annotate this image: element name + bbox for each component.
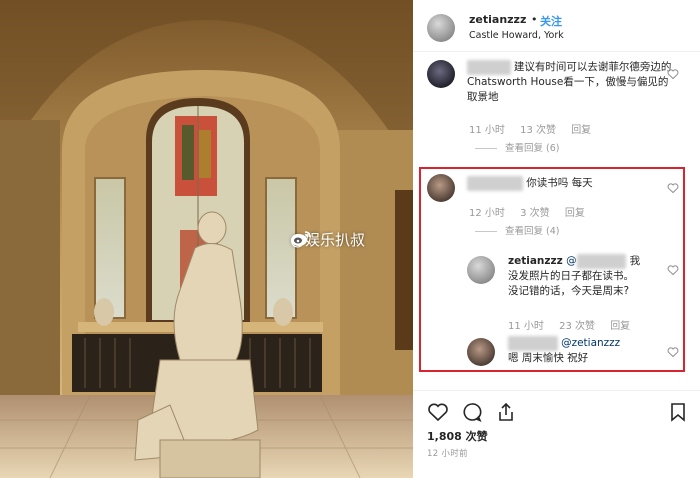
weibo-icon bbox=[291, 231, 311, 246]
post-photo: @娱乐扒叔 bbox=[0, 0, 413, 478]
comment-text: xxxxxxx 建议有时间可以去谢菲尔德旁边的Chatsworth House看… bbox=[467, 60, 677, 105]
comment-time: 11 小时 bbox=[469, 125, 505, 136]
action-bar bbox=[413, 390, 700, 430]
comment-meta: 11 小时 13 次赞 回复 bbox=[469, 121, 603, 136]
heart-icon[interactable] bbox=[667, 68, 679, 80]
heart-icon[interactable] bbox=[427, 401, 449, 423]
post-timestamp: 12 小时前 bbox=[427, 449, 468, 459]
weibo-watermark: @娱乐扒叔 bbox=[290, 229, 365, 250]
comment-likes[interactable]: 13 次赞 bbox=[520, 125, 556, 136]
location-link[interactable]: Castle Howard, York bbox=[469, 30, 564, 41]
separator-dot: • bbox=[531, 13, 538, 26]
highlight-box bbox=[419, 167, 685, 372]
comment-icon[interactable] bbox=[461, 401, 483, 423]
share-icon[interactable] bbox=[495, 401, 517, 423]
follow-button[interactable]: 关注 bbox=[540, 13, 562, 29]
avatar[interactable] bbox=[427, 60, 455, 88]
reply-button[interactable]: 回复 bbox=[571, 125, 591, 136]
view-replies-button[interactable]: 查看回复 (6) bbox=[475, 140, 559, 154]
blurred-username: xxxxxxx bbox=[467, 60, 511, 75]
post-username[interactable]: zetianzzz bbox=[469, 13, 526, 26]
post-sidebar: zetianzzz • 关注 Castle Howard, York xxxxx… bbox=[413, 0, 700, 478]
bookmark-icon[interactable] bbox=[667, 401, 689, 423]
likes-count[interactable]: 1,808 次赞 bbox=[427, 428, 488, 444]
post-header: zetianzzz • 关注 Castle Howard, York bbox=[413, 0, 700, 52]
avatar[interactable] bbox=[427, 14, 455, 42]
